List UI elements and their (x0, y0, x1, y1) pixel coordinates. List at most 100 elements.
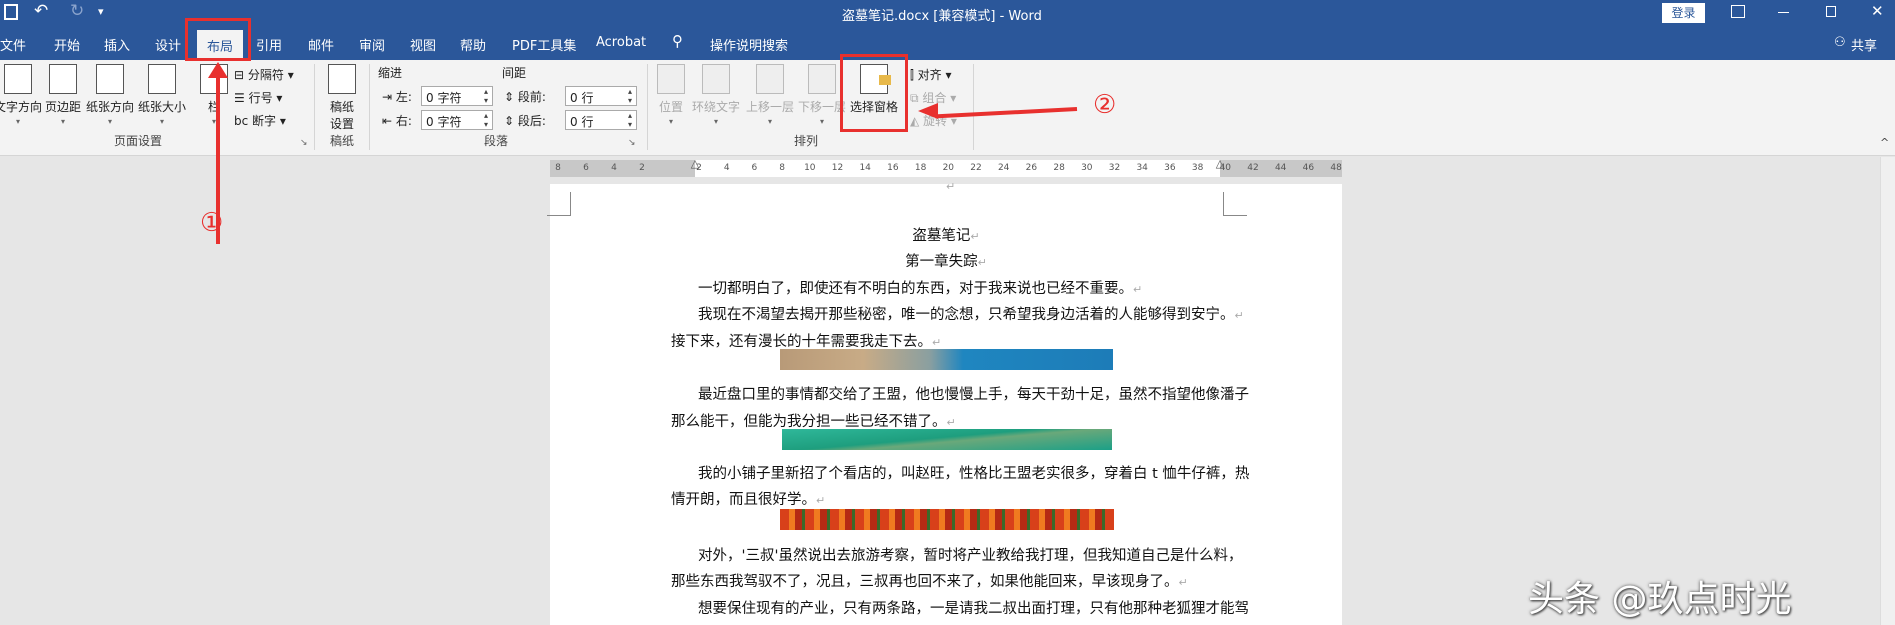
tab-acrobat[interactable]: Acrobat (596, 35, 646, 50)
paragraph-line[interactable]: 最近盘口里的事情都交给了王盟，他也慢慢上手，每天干劲十足，虽然不指望他像潘子 (698, 383, 1249, 404)
page-size-icon (148, 64, 176, 94)
spacing-before-input[interactable]: 0 行 (565, 86, 637, 106)
title-bar: ↶ ↻ ▾ 盗墓笔记.docx [兼容模式] - Word 登录 ✕ (0, 0, 1895, 27)
paragraph-line[interactable]: 那么能干，但能为我分担一些已经不错了。↵ (671, 410, 956, 431)
paragraph-line[interactable]: 接下来，还有漫长的十年需要我走下去。↵ (671, 330, 941, 351)
login-button[interactable]: 登录 (1662, 3, 1705, 23)
step-1-marker: ① (200, 208, 224, 238)
inline-image-lake[interactable] (782, 429, 1112, 450)
indent-left-input[interactable]: 0 字符 (421, 86, 493, 106)
tab-help[interactable]: 帮助 (460, 35, 486, 54)
share-button[interactable]: 共享 (1851, 35, 1877, 54)
label: 环绕文字 (692, 100, 741, 114)
share-icon[interactable]: ⚇ (1834, 35, 1846, 50)
watermark: 头条 @玖点时光 (1528, 579, 1792, 620)
paragraph-launcher-icon[interactable]: ↘ (628, 138, 636, 148)
label: 上移一层 (746, 100, 795, 114)
breaks-button[interactable]: ⊟ 分隔符 ▾ (234, 66, 294, 83)
label: 行号 (248, 91, 273, 105)
ruler-number: 4 (611, 163, 617, 173)
text-direction-button[interactable]: 文字方向 ▾ (0, 64, 42, 126)
paragraph-line[interactable]: 想要保住现有的产业，只有两条路，一是请我二叔出面打理，只有他那种老狐狸才能驾 (698, 597, 1249, 618)
send-backward-button[interactable]: 下移一层 ▾ (798, 64, 846, 126)
tab-review[interactable]: 审阅 (359, 35, 385, 54)
ribbon-display-options-icon[interactable] (1731, 5, 1745, 18)
tab-insert[interactable]: 插入 (104, 35, 130, 54)
size-button[interactable]: 纸张大小 ▾ (138, 64, 186, 126)
paragraph-mark: ↵ (946, 416, 956, 429)
ruler-number: 34 (1136, 163, 1148, 173)
hyphenation-button[interactable]: bc 断字 ▾ (234, 112, 286, 129)
paragraph-line[interactable]: 对外，'三叔'虽然说出去旅游考察，暂时将产业教给我打理，但我知道自己是什么料， (698, 544, 1242, 565)
bring-forward-button[interactable]: 上移一层 ▾ (746, 64, 794, 126)
save-icon[interactable] (4, 4, 18, 20)
label: 纸张方向 (86, 100, 135, 114)
label: 下移一层 (798, 100, 847, 114)
restore-icon[interactable] (1826, 6, 1836, 17)
ruler-number: 22 (970, 163, 982, 173)
page-setup-launcher-icon[interactable]: ↘ (300, 138, 308, 148)
inline-image-tulips[interactable] (780, 509, 1114, 530)
align-button[interactable]: ⫿ 对齐 ▾ (910, 66, 952, 83)
paragraph-line[interactable]: 那些东西我驾驭不了，况且，三叔再也回不来了，如果他能回来，早该现身了。↵ (671, 570, 1188, 591)
ruler-number: 44 (1274, 163, 1287, 173)
paragraph-line[interactable]: 情开朗，而且很好学。↵ (671, 488, 825, 509)
collapse-ribbon-icon[interactable]: ^ (1880, 136, 1889, 149)
orientation-icon (96, 64, 124, 94)
indent-right-label: ⇤ 右: (382, 114, 412, 128)
ruler-number: 28 (1053, 163, 1065, 173)
label: 文字方向 (0, 100, 43, 114)
right-indent-marker-icon[interactable]: △ (1216, 157, 1224, 170)
ruler-number: 46 (1302, 163, 1315, 173)
paragraph-line[interactable]: 一切都明白了，即使还有不明白的东西，对于我来说也已经不重要。↵ (698, 277, 1142, 298)
wrap-text-icon (702, 64, 730, 94)
minimize-icon[interactable] (1778, 12, 1789, 13)
tab-references[interactable]: 引用 (256, 35, 282, 54)
manuscript-settings-button[interactable]: 稿纸 设置 (328, 64, 356, 132)
orientation-button[interactable]: 纸张方向 ▾ (86, 64, 134, 126)
left-indent-marker-icon[interactable]: △ (691, 157, 699, 170)
horizontal-ruler[interactable]: 8 6 4 2 2 4 6 8 10 12 14 16 18 20 22 24 26 28 30 32 34 36 38 40… (550, 157, 1342, 177)
document-title[interactable]: 盗墓笔记↵ (550, 224, 1342, 245)
highlight-layout-tab (185, 18, 251, 61)
tab-design[interactable]: 设计 (155, 35, 181, 54)
title-text: 盗墓笔记 (912, 228, 971, 244)
inline-image-beach[interactable] (780, 349, 1113, 370)
ruler-number: 30 (1081, 163, 1093, 173)
tab-view[interactable]: 视图 (410, 35, 436, 54)
ruler-number: 16 (887, 163, 899, 173)
document-page[interactable]: ↵ 盗墓笔记↵ 第一章失踪↵ 一切都明白了，即使还有不明白的东西，对于我来说也已… (547, 180, 1342, 625)
label: 左: (395, 90, 412, 104)
chapter-heading[interactable]: 第一章失踪↵ (550, 250, 1342, 271)
lightbulb-icon[interactable]: ⚲ (672, 32, 683, 50)
close-icon[interactable]: ✕ (1871, 2, 1884, 20)
margins-button[interactable]: 页边距 ▾ (45, 64, 81, 126)
undo-icon[interactable]: ↶ (34, 1, 48, 21)
tab-mailings[interactable]: 邮件 (308, 35, 334, 54)
customize-qat-icon[interactable]: ▾ (98, 5, 104, 18)
ruler-number: 42 (1247, 163, 1259, 173)
paragraph-mark: ↵ (977, 256, 987, 269)
tab-home[interactable]: 开始 (54, 35, 80, 54)
margin-corner-mark (547, 192, 571, 216)
spacing-after-label: ⇕ 段后: (504, 114, 546, 128)
position-button[interactable]: 位置 ▾ (657, 64, 685, 126)
ribbon-tabs: 文件 开始 插入 设计 布局 引用 邮件 审阅 视图 帮助 PDF工具集 Acr… (0, 27, 1895, 60)
spacing-before-label: ⇕ 段前: (504, 90, 546, 104)
text-direction-icon (4, 64, 32, 94)
spacing-after-input[interactable]: 0 行 (565, 110, 637, 130)
arrow-2-head-icon (918, 103, 938, 119)
paragraph-line[interactable]: 我的小铺子里新招了个看店的，叫赵旺，性格比王盟老实很多，穿着白 t 恤牛仔裤，热 (698, 462, 1249, 483)
tab-pdf-tools[interactable]: PDF工具集 (512, 35, 576, 54)
label: 页边距 (45, 100, 82, 114)
indent-right-input[interactable]: 0 字符 (421, 110, 493, 130)
spacing-label: 间距 (502, 66, 527, 80)
wrap-text-button[interactable]: 环绕文字 ▾ (692, 64, 740, 126)
arrow-1-head-icon (208, 62, 228, 78)
line-numbers-button[interactable]: ☰ 行号 ▾ (234, 89, 282, 106)
vertical-scrollbar[interactable] (1880, 157, 1895, 625)
step-2-marker: ② (1093, 90, 1117, 120)
tell-me-search[interactable]: 操作说明搜索 (710, 35, 788, 54)
tab-file[interactable]: 文件 (0, 35, 26, 54)
paragraph-line[interactable]: 我现在不渴望去揭开那些秘密，唯一的念想，只希望我身边活着的人能够得到安宁。↵ (698, 303, 1244, 324)
